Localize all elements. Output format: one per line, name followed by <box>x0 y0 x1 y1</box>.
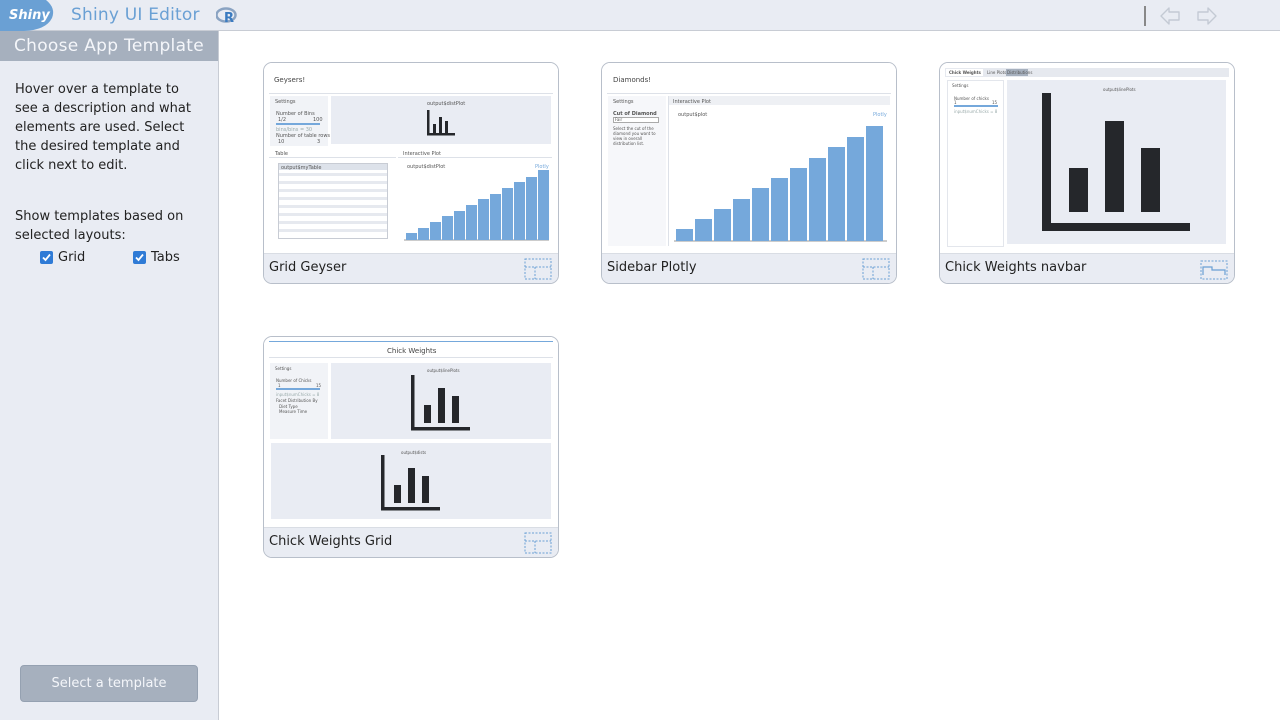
tabs-layout-icon <box>1200 260 1228 280</box>
header-divider <box>1144 6 1146 26</box>
preview-settings-label: Settings <box>613 99 634 105</box>
preview-table-row <box>279 229 387 232</box>
select-template-button[interactable]: Select a template <box>20 665 198 702</box>
preview-top-line <box>269 341 553 342</box>
template-card-footer: Chick Weights Grid <box>264 527 558 557</box>
template-card-footer: Sidebar Plotly <box>602 253 896 283</box>
preview-navbar-brand: Chick Weights <box>949 70 981 75</box>
preview-chicks-label: Number of Chicks <box>276 378 312 383</box>
grid-layout-icon <box>524 258 552 280</box>
template-card-sidebar-plotly[interactable]: Diamonds! Settings Cut of Diamond Fair S… <box>601 62 897 284</box>
checkbox-checked-icon[interactable] <box>133 250 146 264</box>
shiny-logo-text: Shiny <box>9 8 50 23</box>
preview-divider <box>607 93 891 94</box>
template-card-chick-weights-navbar[interactable]: Chick Weights Line Plots Distributions S… <box>939 62 1235 284</box>
preview-plot-label: output$linePlots <box>427 368 460 373</box>
tabs-checkbox[interactable]: Tabs <box>133 249 180 265</box>
template-card-chick-weights-grid[interactable]: Chick Weights Settings Number of Chicks … <box>263 336 559 558</box>
preview-bar-chart-icon <box>381 455 440 511</box>
preview-chicks-slider <box>954 105 998 107</box>
template-card-grid-geyser[interactable]: Geysers! Settings Number of Bins 1/2 100… <box>263 62 559 284</box>
preview-divider <box>269 357 553 358</box>
sidebar-description: Hover over a template to see a descripti… <box>15 82 191 173</box>
preview-chicks-slider <box>276 388 320 390</box>
checkbox-checked-icon[interactable] <box>40 250 53 264</box>
preview-table-row <box>279 197 387 200</box>
preview-table-row <box>279 173 387 176</box>
preview-bins-slider <box>276 123 320 125</box>
preview-bar-chart-icon <box>411 375 470 431</box>
preview-table-row <box>279 181 387 184</box>
template-name: Chick Weights Grid <box>269 534 393 549</box>
layouts-filter-text: Show templates based on selected layouts… <box>15 209 184 243</box>
preview-title: Diamonds! <box>613 76 652 84</box>
preview-divider <box>269 93 553 94</box>
template-preview: Geysers! Settings Number of Bins 1/2 100… <box>264 63 558 253</box>
preview-bar-chart-icon <box>427 110 455 136</box>
preview-title: Geysers! <box>274 76 306 84</box>
redo-arrow-icon[interactable] <box>1195 5 1219 27</box>
template-preview: Diamonds! Settings Cut of Diamond Fair S… <box>602 63 896 253</box>
undo-arrow-icon[interactable] <box>1158 5 1182 27</box>
preview-settings-label: Settings <box>952 83 969 88</box>
preview-chicks-note: input$numChicks = 8 <box>954 109 998 114</box>
preview-rows-min: 10 <box>278 139 285 145</box>
preview-plot-title: Interactive Plot <box>673 99 711 105</box>
preview-tab: Distributions <box>1007 70 1033 75</box>
grid-checkbox[interactable]: Grid <box>40 249 85 265</box>
r-logo-icon: R <box>216 7 237 26</box>
r-logo-letter: R <box>224 11 234 26</box>
shiny-logo-icon: Shiny <box>0 0 54 31</box>
template-name: Grid Geyser <box>269 260 347 275</box>
preview-chicks-label: Number of chicks <box>954 96 989 101</box>
preview-table-label: output$myTable <box>281 165 322 171</box>
template-gallery: Geysers! Settings Number of Bins 1/2 100… <box>219 31 1280 720</box>
grid-checkbox-label: Grid <box>58 249 86 265</box>
preview-title: Chick Weights <box>387 347 437 355</box>
preview-settings-label: Settings <box>275 99 296 105</box>
preview-rows-max: 3 <box>317 139 321 145</box>
preview-plot-label: output$distPlot <box>427 101 466 107</box>
template-name: Sidebar Plotly <box>607 260 697 275</box>
preview-cut-help: Select the cut of the diamond you want t… <box>613 126 656 146</box>
app-header: Shiny Shiny UI Editor R <box>0 0 1280 31</box>
preview-table-row <box>279 205 387 208</box>
preview-table-row <box>279 213 387 216</box>
preview-bar-chart-icon <box>1042 93 1190 231</box>
preview-blue-histogram <box>674 126 887 242</box>
sidebar-title: Choose App Template <box>0 31 218 61</box>
preview-table-row <box>279 221 387 224</box>
template-card-footer: Chick Weights navbar <box>940 253 1234 283</box>
preview-tab: Line Plots <box>987 70 1007 75</box>
template-preview: Chick Weights Settings Number of Chicks … <box>264 337 558 527</box>
preview-cut-value: Fair <box>615 117 623 122</box>
app-title: Shiny UI Editor <box>71 5 200 25</box>
preview-facet-option: Measure Time <box>279 409 308 414</box>
preview-settings-label: Settings <box>275 366 292 371</box>
preview-divider <box>398 157 552 158</box>
preview-blue-histogram <box>404 170 549 241</box>
preview-table-row <box>279 189 387 192</box>
grid-layout-icon <box>862 258 890 280</box>
tabs-checkbox-label: Tabs <box>151 249 180 265</box>
template-card-footer: Grid Geyser <box>264 253 558 283</box>
template-preview: Chick Weights Line Plots Distributions S… <box>940 63 1234 253</box>
template-name: Chick Weights navbar <box>945 260 1087 275</box>
template-sidebar: Choose App Template Hover over a templat… <box>0 31 219 720</box>
preview-divider <box>269 157 396 158</box>
grid-layout-icon <box>524 532 552 554</box>
